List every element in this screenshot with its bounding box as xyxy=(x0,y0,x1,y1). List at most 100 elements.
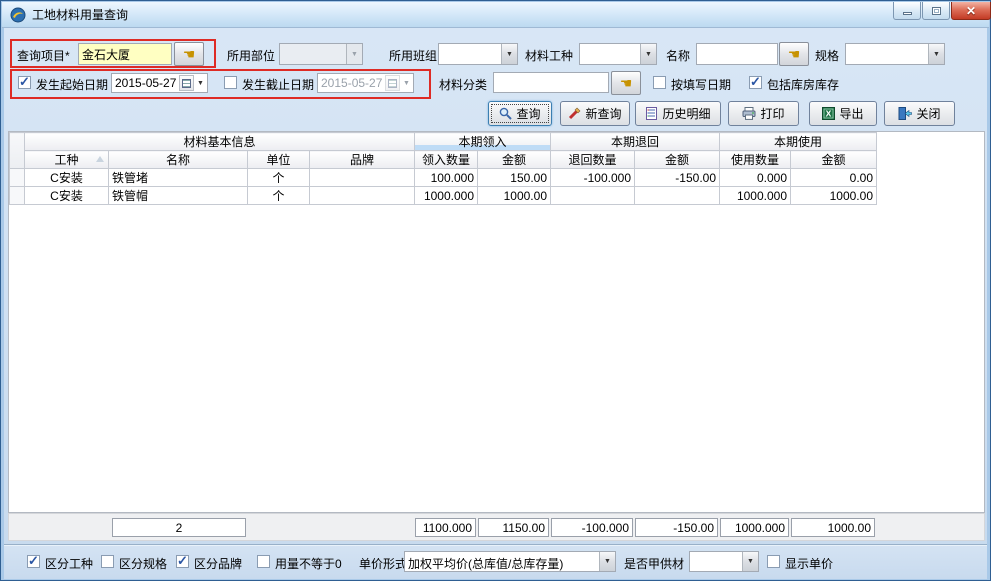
printer-icon xyxy=(742,107,756,120)
by-trade-label: 区分工种 xyxy=(45,555,93,572)
chevron-down-icon: ▼ xyxy=(400,74,413,92)
name-picker-button[interactable]: ☚ xyxy=(779,42,809,66)
cell[interactable] xyxy=(551,187,635,205)
by-spec-label: 区分规格 xyxy=(119,555,167,572)
by-fill-date-checkbox[interactable] xyxy=(653,76,666,89)
chevron-down-icon[interactable]: ▼ xyxy=(194,74,207,92)
cell[interactable]: 0.000 xyxy=(720,169,791,187)
cell[interactable]: 个 xyxy=(248,187,310,205)
team-select[interactable]: ▼ xyxy=(438,43,518,65)
column-header[interactable]: 退回数量 xyxy=(551,151,635,169)
new-query-brush-icon xyxy=(568,107,581,120)
spec-select[interactable]: ▼ xyxy=(845,43,945,65)
column-group-header: 本期退回 xyxy=(551,133,720,151)
column-header[interactable]: 金额 xyxy=(478,151,551,169)
by-trade-checkbox[interactable] xyxy=(27,555,40,568)
part-select: ▼ xyxy=(279,43,363,65)
category-input[interactable] xyxy=(493,72,609,93)
cell[interactable]: 1000.000 xyxy=(720,187,791,205)
total-received-amount: 1150.00 xyxy=(478,518,549,537)
nonzero-label: 用量不等于0 xyxy=(275,555,342,572)
project-picker-button[interactable]: ☚ xyxy=(174,42,204,66)
project-input[interactable] xyxy=(78,43,172,65)
cell[interactable]: 1000.00 xyxy=(791,187,877,205)
column-header[interactable]: 品牌 xyxy=(310,151,415,169)
include-warehouse-label: 包括库房库存 xyxy=(767,76,839,93)
by-fill-date-label: 按填写日期 xyxy=(671,76,731,93)
start-date-input[interactable]: 2015-05-27 ▼ xyxy=(111,73,208,93)
name-input[interactable] xyxy=(696,43,778,65)
cell[interactable] xyxy=(635,187,720,205)
close-button[interactable]: ✕ xyxy=(951,2,991,20)
history-detail-button[interactable]: 历史明细 xyxy=(635,101,721,126)
app-logo-icon xyxy=(10,7,26,23)
part-label: 所用部位 xyxy=(227,47,275,64)
maximize-button[interactable] xyxy=(922,2,950,20)
by-brand-label: 区分品牌 xyxy=(194,555,242,572)
row-selector[interactable] xyxy=(10,187,25,205)
print-button[interactable]: 打印 xyxy=(728,101,799,126)
column-header[interactable]: 工种 xyxy=(25,151,109,169)
cell[interactable]: 铁管堵 xyxy=(109,169,248,187)
minimize-button[interactable] xyxy=(893,2,921,20)
new-query-button[interactable]: 新查询 xyxy=(560,101,630,126)
close-form-button[interactable]: 关闭 xyxy=(884,101,955,126)
cell[interactable]: 150.00 xyxy=(478,169,551,187)
include-warehouse-checkbox[interactable] xyxy=(749,76,762,89)
cell[interactable]: 1000.00 xyxy=(478,187,551,205)
price-form-select[interactable]: 加权平均价(总库值/总库存量) ▼ xyxy=(404,551,616,572)
cell[interactable]: 0.00 xyxy=(791,169,877,187)
name-label: 名称 xyxy=(666,47,690,64)
show-price-checkbox[interactable] xyxy=(767,555,780,568)
query-button[interactable]: 查询 xyxy=(488,101,552,126)
column-header[interactable]: 名称 xyxy=(109,151,248,169)
history-list-icon xyxy=(645,107,658,120)
search-icon xyxy=(499,107,512,120)
cell[interactable] xyxy=(310,169,415,187)
chevron-down-icon: ▼ xyxy=(742,552,758,571)
end-date-checkbox[interactable] xyxy=(224,76,237,89)
cell[interactable]: C安装 xyxy=(25,169,109,187)
by-spec-checkbox[interactable] xyxy=(101,555,114,568)
show-price-label: 显示单价 xyxy=(785,555,833,572)
column-header[interactable]: 使用数量 xyxy=(720,151,791,169)
by-brand-checkbox[interactable] xyxy=(176,555,189,568)
excel-export-icon: X xyxy=(822,107,835,120)
total-used-qty: 1000.000 xyxy=(720,518,789,537)
nonzero-checkbox[interactable] xyxy=(257,555,270,568)
column-header[interactable]: 单位 xyxy=(248,151,310,169)
exit-door-icon xyxy=(898,107,912,120)
row-selector[interactable] xyxy=(10,169,25,187)
hand-picker-icon: ☚ xyxy=(183,46,196,63)
spec-label: 规格 xyxy=(815,47,839,64)
cell[interactable]: 1000.000 xyxy=(415,187,478,205)
total-received-qty: 1100.000 xyxy=(415,518,476,537)
end-date-input: 2015-05-27 ▼ xyxy=(317,73,414,93)
summary-bar: 2 1100.000 1150.00 -100.000 -150.00 1000… xyxy=(8,513,985,541)
cell[interactable]: 铁管帽 xyxy=(109,187,248,205)
column-header[interactable]: 领入数量 xyxy=(415,151,478,169)
column-group-header: 本期领入 xyxy=(415,133,551,151)
team-label: 所用班组 xyxy=(389,47,437,64)
project-label: 查询项目* xyxy=(17,47,70,64)
cell[interactable] xyxy=(310,187,415,205)
category-picker-button[interactable]: ☚ xyxy=(611,71,641,95)
export-button[interactable]: X 导出 xyxy=(809,101,877,126)
calendar-icon[interactable] xyxy=(179,75,194,91)
column-header[interactable]: 金额 xyxy=(791,151,877,169)
cell[interactable]: 100.000 xyxy=(415,169,478,187)
cell[interactable]: C安装 xyxy=(25,187,109,205)
options-bar: 区分工种 区分规格 区分品牌 用量不等于0 单价形式 加权平均价(总库值/总库存… xyxy=(4,544,987,579)
cell[interactable]: -100.000 xyxy=(551,169,635,187)
total-returned-amount: -150.00 xyxy=(635,518,718,537)
row-selector-header[interactable] xyxy=(10,133,25,169)
column-header[interactable]: 金额 xyxy=(635,151,720,169)
cell[interactable]: 个 xyxy=(248,169,310,187)
window-title: 工地材料用量查询 xyxy=(32,6,128,23)
start-date-checkbox[interactable] xyxy=(18,76,31,89)
cell[interactable]: -150.00 xyxy=(635,169,720,187)
material-trade-select[interactable]: ▼ xyxy=(579,43,657,65)
table-row: C安装铁管堵个100.000150.00-100.000-150.000.000… xyxy=(10,169,877,187)
owner-supplied-select[interactable]: ▼ xyxy=(689,551,759,572)
maximize-icon xyxy=(932,7,941,15)
